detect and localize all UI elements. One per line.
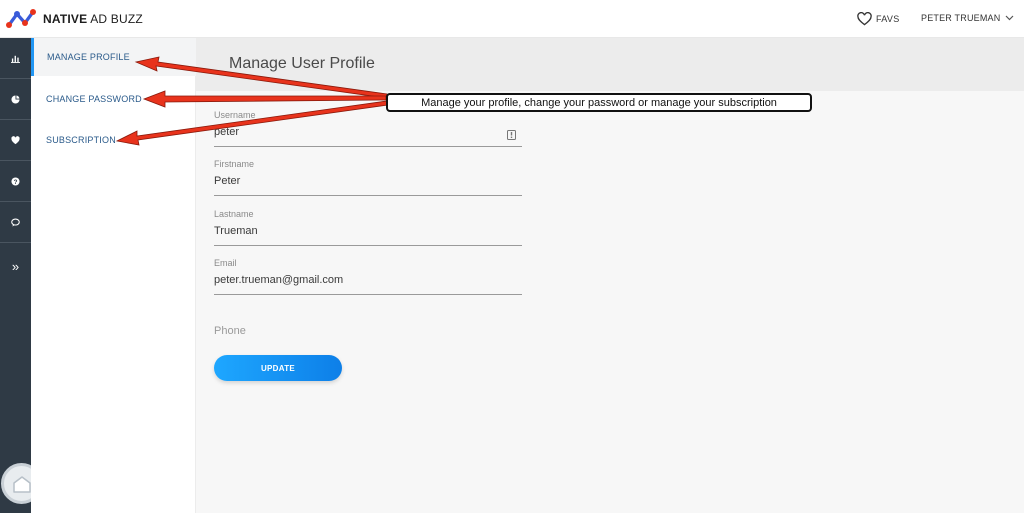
phone-field[interactable]: Phone <box>214 325 246 337</box>
email-field: Email peter.trueman@gmail.com <box>214 258 522 296</box>
submenu-item-manage-profile[interactable]: MANAGE PROFILE <box>31 38 196 76</box>
email-underline <box>214 294 522 295</box>
username-input[interactable]: peter <box>214 126 522 142</box>
firstname-input[interactable]: Peter <box>214 175 522 191</box>
help-icon: ? <box>11 176 20 185</box>
user-name: PETER TRUEMAN <box>921 13 1001 23</box>
annotation-callout: Manage your profile, change your passwor… <box>386 93 812 112</box>
lastname-input[interactable]: Trueman <box>214 225 522 241</box>
rail-favorites-button[interactable] <box>0 120 31 161</box>
rail-chat-button[interactable] <box>0 202 31 243</box>
contact-card-icon[interactable] <box>507 130 516 140</box>
update-button[interactable]: UPDATE <box>214 355 342 381</box>
rail-analytics-button[interactable] <box>0 38 31 79</box>
svg-text:?: ? <box>14 178 18 185</box>
rail-reports-button[interactable] <box>0 79 31 120</box>
firstname-label: Firstname <box>214 159 255 169</box>
username-underline <box>214 146 522 147</box>
expand-sidebar-button[interactable]: » <box>0 246 31 287</box>
lastname-label: Lastname <box>214 209 254 219</box>
app-window: NATIVE AD BUZZ FAVS PETER TRUEMAN ? » MA… <box>0 0 1024 513</box>
heart-icon <box>11 135 20 144</box>
icon-rail: ? » <box>0 38 31 513</box>
favs-link[interactable]: FAVS <box>857 11 900 27</box>
logo-icon <box>6 9 36 28</box>
submenu-item-change-password[interactable]: CHANGE PASSWORD <box>31 80 196 118</box>
bar-chart-icon <box>11 55 20 63</box>
lastname-field: Lastname Trueman <box>214 209 522 247</box>
rail-help-button[interactable]: ? <box>0 161 31 202</box>
heart-outline-icon <box>857 12 872 26</box>
home-icon <box>12 475 31 493</box>
username-field: Username peter <box>214 110 522 148</box>
chevron-down-icon <box>1006 15 1014 21</box>
lastname-underline <box>214 245 522 246</box>
chat-icon <box>11 218 20 227</box>
page-header: Manage User Profile <box>196 38 1024 91</box>
page-title: Manage User Profile <box>229 55 375 72</box>
email-input[interactable]: peter.trueman@gmail.com <box>214 274 522 290</box>
brand-name[interactable]: NATIVE AD BUZZ <box>43 12 143 26</box>
submenu-item-subscription[interactable]: SUBSCRIPTION <box>31 121 196 159</box>
pie-chart-icon <box>11 94 20 104</box>
user-menu[interactable]: PETER TRUEMAN <box>921 13 1014 23</box>
firstname-underline <box>214 195 522 196</box>
top-bar: NATIVE AD BUZZ FAVS PETER TRUEMAN <box>0 0 1024 38</box>
profile-submenu: MANAGE PROFILE CHANGE PASSWORD SUBSCRIPT… <box>31 38 196 513</box>
firstname-field: Firstname Peter <box>214 159 522 197</box>
email-label: Email <box>214 258 237 268</box>
favs-label: FAVS <box>876 14 900 24</box>
